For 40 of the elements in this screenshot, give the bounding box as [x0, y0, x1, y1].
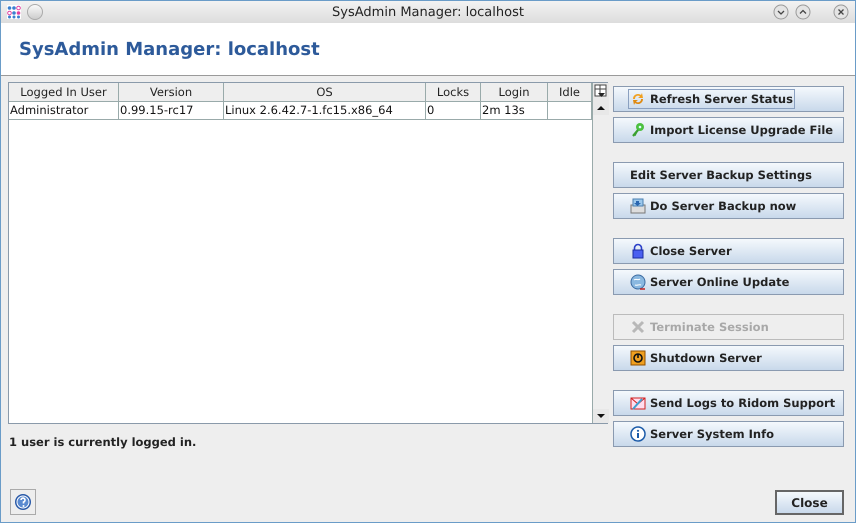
- column-header[interactable]: Version: [119, 83, 224, 102]
- table-cell: Administrator: [9, 102, 119, 120]
- globe-icon: [630, 274, 646, 290]
- header-title: SysAdmin Manager: localhost: [19, 38, 320, 60]
- column-header[interactable]: OS: [224, 83, 426, 102]
- power-icon: [630, 350, 646, 366]
- column-header[interactable]: Idle: [548, 83, 592, 102]
- lock-icon: [630, 243, 646, 259]
- minimize-button[interactable]: [773, 4, 789, 20]
- drive-icon: [630, 198, 646, 214]
- table-cell: 0.99.15-rc17: [119, 102, 224, 120]
- cross-icon: [630, 319, 646, 335]
- scrollbar[interactable]: [592, 83, 609, 423]
- action-button[interactable]: Send Logs to Ridom Support: [613, 390, 844, 416]
- action-button[interactable]: Edit Server Backup Settings: [613, 162, 844, 188]
- action-button[interactable]: Server System Info: [613, 421, 844, 447]
- column-header[interactable]: Locks: [426, 83, 481, 102]
- action-button[interactable]: Do Server Backup now: [613, 193, 844, 219]
- app-icon: [7, 5, 21, 19]
- column-header[interactable]: Login: [481, 83, 548, 102]
- action-button[interactable]: Refresh Server Status: [613, 86, 844, 112]
- key-icon: [630, 122, 646, 138]
- table-cell: 2m 13s: [481, 102, 548, 120]
- refresh-arrows-icon: [630, 91, 646, 107]
- action-button[interactable]: Close Server: [613, 238, 844, 264]
- action-button[interactable]: Import License Upgrade File: [613, 117, 844, 143]
- table-cell: Linux 2.6.42.7-1.fc15.x86_64: [224, 102, 426, 120]
- envelope-icon: [630, 395, 646, 411]
- column-header[interactable]: Logged In User: [9, 83, 119, 102]
- help-button[interactable]: [10, 489, 36, 515]
- help-icon: [14, 493, 32, 511]
- action-button[interactable]: Shutdown Server: [613, 345, 844, 371]
- info-icon: [630, 426, 646, 442]
- action-button[interactable]: Server Online Update: [613, 269, 844, 295]
- maximize-button[interactable]: [795, 4, 811, 20]
- close-icon[interactable]: [833, 4, 849, 20]
- status-text: 1 user is currently logged in.: [8, 435, 198, 449]
- close-button[interactable]: Close: [775, 490, 844, 515]
- table-cell: 0: [426, 102, 481, 120]
- window-title: SysAdmin Manager: localhost: [331, 4, 525, 20]
